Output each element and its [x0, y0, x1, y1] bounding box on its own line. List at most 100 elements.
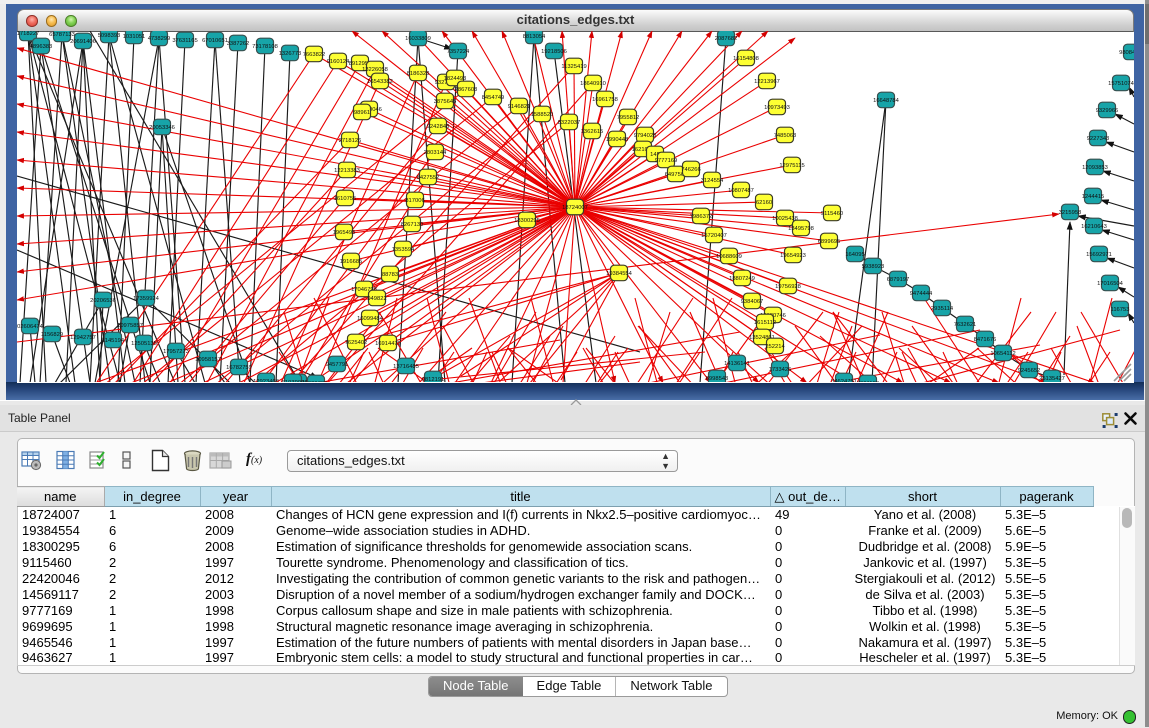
svg-text:5938923: 5938923: [862, 264, 885, 270]
svg-text:7625402: 7625402: [345, 340, 368, 346]
svg-text:1031051: 1031051: [123, 34, 146, 40]
svg-text:9115460: 9115460: [821, 211, 843, 217]
svg-text:2867608: 2867608: [455, 87, 478, 93]
svg-text:1733426: 1733426: [769, 367, 792, 373]
svg-text:10958157: 10958157: [195, 357, 221, 363]
svg-text:2718126: 2718126: [339, 138, 362, 144]
svg-text:1615112: 1615112: [754, 320, 776, 326]
svg-text:3387262: 3387262: [227, 41, 250, 47]
svg-text:19654923: 19654923: [780, 253, 806, 259]
svg-text:7986372: 7986372: [690, 214, 713, 220]
svg-text:14136141: 14136141: [724, 361, 750, 367]
svg-text:9227343: 9227343: [1087, 136, 1110, 142]
svg-text:16648784: 16648784: [873, 98, 900, 104]
svg-text:4896383: 4896383: [30, 44, 53, 50]
svg-text:5098393: 5098393: [98, 33, 121, 39]
svg-text:98961: 98961: [354, 110, 370, 116]
svg-text:1353594: 1353594: [392, 247, 415, 253]
svg-text:6193990: 6193990: [282, 380, 305, 382]
svg-text:9474444: 9474444: [910, 291, 933, 297]
svg-text:16033809: 16033809: [405, 36, 431, 42]
svg-text:73178108: 73178108: [252, 44, 278, 50]
svg-text:2935114: 2935114: [931, 306, 954, 312]
svg-text:1362615: 1362615: [581, 129, 604, 135]
svg-text:9457791: 9457791: [326, 362, 349, 368]
svg-text:1588520: 1588520: [531, 112, 554, 118]
svg-text:15720407: 15720407: [701, 233, 727, 239]
svg-text:16099484: 16099484: [357, 316, 384, 322]
svg-text:8454749: 8454749: [482, 95, 505, 101]
svg-text:12942757: 12942757: [70, 335, 96, 341]
svg-text:67010651: 67010651: [202, 38, 228, 44]
svg-text:5009788: 5009788: [305, 381, 328, 382]
svg-text:1965493: 1965493: [333, 230, 356, 236]
svg-text:7485063: 7485063: [774, 133, 797, 139]
svg-text:3875645: 3875645: [434, 99, 457, 105]
svg-text:1718227: 1718227: [17, 31, 39, 37]
svg-text:16782759: 16782759: [226, 365, 252, 371]
svg-text:18300295: 18300295: [514, 218, 540, 224]
svg-text:12923468: 12923468: [253, 379, 279, 382]
svg-text:12213967: 12213967: [754, 79, 780, 85]
svg-text:1244415: 1244415: [1082, 194, 1105, 200]
svg-text:746266: 746266: [681, 167, 700, 173]
svg-text:88783: 88783: [382, 272, 398, 278]
svg-text:6879197: 6879197: [887, 277, 910, 283]
svg-text:19384554: 19384554: [606, 271, 633, 277]
svg-text:6899695: 6899695: [818, 239, 841, 245]
svg-text:25135427: 25135427: [1039, 376, 1065, 382]
svg-text:1990448: 1990448: [606, 137, 629, 143]
svg-text:17957273: 17957273: [163, 349, 189, 355]
svg-text:20053346: 20053346: [149, 125, 175, 131]
svg-text:9160124: 9160124: [327, 59, 350, 65]
svg-text:8186323: 8186323: [407, 71, 430, 77]
svg-text:62160: 62160: [756, 200, 772, 206]
svg-text:12505135: 12505135: [131, 341, 157, 347]
svg-text:10654112: 10654112: [990, 351, 1015, 357]
svg-text:164095: 164095: [845, 252, 864, 258]
svg-text:18724007: 18724007: [562, 205, 588, 211]
svg-text:18640910: 18640910: [580, 81, 606, 87]
svg-text:20691406: 20691406: [70, 39, 96, 45]
svg-text:7357224: 7357224: [447, 49, 470, 55]
svg-text:13495798: 13495798: [788, 226, 814, 232]
svg-text:7632621: 7632621: [954, 322, 977, 328]
svg-text:9242848: 9242848: [427, 124, 450, 130]
svg-text:16914479: 16914479: [375, 341, 401, 347]
svg-text:1326773: 1326773: [279, 51, 302, 57]
svg-text:9777169: 9777169: [655, 158, 678, 164]
svg-text:13226058: 13226058: [362, 67, 388, 73]
svg-text:98084124: 98084124: [1119, 50, 1134, 56]
svg-text:16154808: 16154808: [733, 56, 759, 62]
svg-text:12975115: 12975115: [779, 163, 804, 169]
svg-text:817006: 817006: [405, 198, 424, 204]
svg-text:6998543: 6998543: [706, 376, 729, 382]
svg-text:19756928: 19756928: [775, 284, 801, 290]
svg-text:16961758: 16961758: [592, 97, 618, 103]
svg-text:15751074: 15751074: [1108, 81, 1134, 87]
svg-text:4738299: 4738299: [148, 36, 171, 42]
svg-text:16210643: 16210643: [1081, 224, 1107, 230]
svg-text:9794028: 9794028: [634, 133, 657, 139]
svg-text:8813054: 8813054: [523, 34, 546, 40]
svg-text:8427552: 8427552: [417, 175, 440, 181]
svg-text:65787133: 65787133: [49, 32, 75, 38]
svg-text:2087682: 2087682: [715, 36, 738, 42]
svg-text:7955812: 7955812: [617, 115, 640, 121]
svg-text:15692971: 15692971: [1086, 252, 1112, 258]
svg-text:37631165: 37631165: [172, 38, 197, 44]
svg-text:17016504: 17016504: [1097, 281, 1124, 287]
svg-text:9245652: 9245652: [1018, 368, 1041, 374]
svg-text:8471676: 8471676: [974, 337, 997, 343]
svg-text:116753: 116753: [1111, 307, 1130, 313]
svg-text:9329966: 9329966: [1096, 108, 1119, 114]
svg-text:10688609: 10688609: [716, 254, 742, 260]
svg-text:252214: 252214: [765, 344, 785, 350]
svg-text:3124554: 3124554: [701, 178, 724, 184]
svg-text:7663822: 7663822: [303, 52, 326, 58]
svg-text:949822: 949822: [367, 296, 386, 302]
svg-text:20206536: 20206536: [90, 298, 116, 304]
svg-text:9146821: 9146821: [508, 104, 531, 110]
svg-text:12213383: 12213383: [334, 168, 360, 174]
svg-text:02606474: 02606474: [17, 324, 44, 330]
